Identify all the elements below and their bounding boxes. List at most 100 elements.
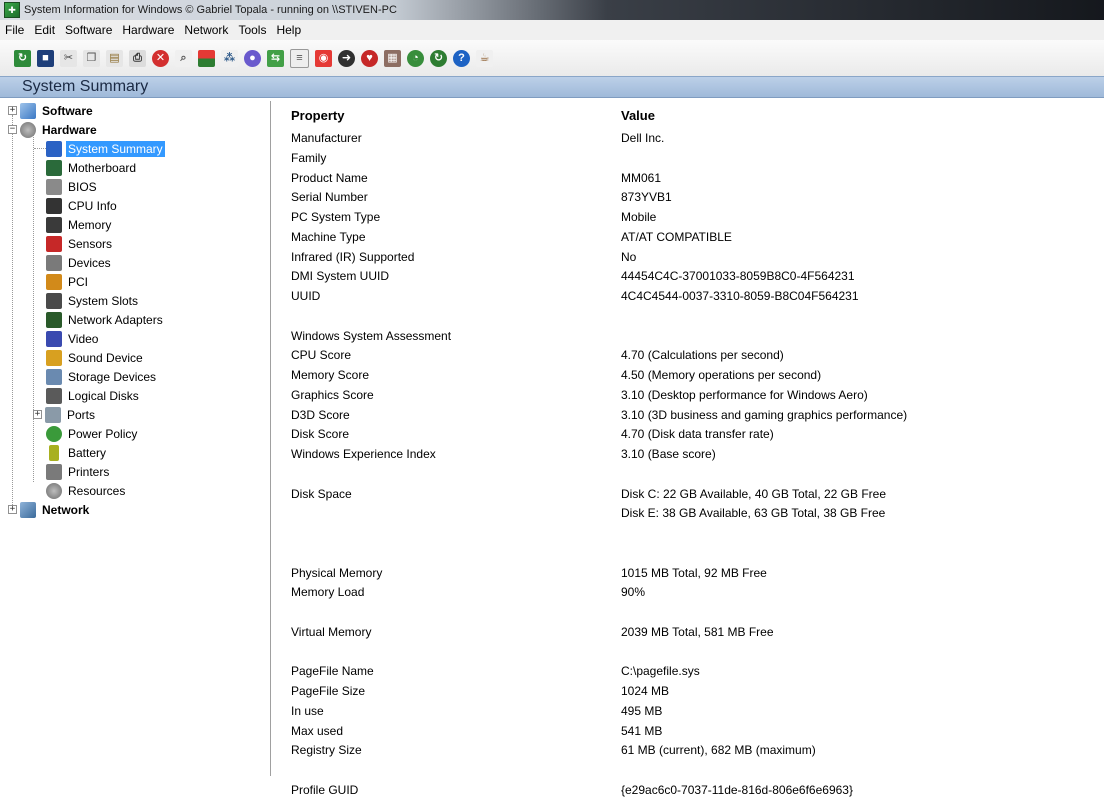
table-row[interactable]: DMI System UUID 44454C4C-37001033-8059B8C… [288,267,1104,286]
tree-item-printers[interactable]: Printers [46,462,111,481]
menu-file[interactable]: File [0,23,29,37]
tree-item-cpu-info[interactable]: CPU Info [46,196,119,215]
tree-item-sensors[interactable]: Sensors [46,234,114,253]
plugin-icon[interactable]: ● [244,49,261,67]
table-row[interactable]: Disk E: 38 GB Available, 63 GB Total, 38… [288,504,1104,523]
menu-tools[interactable]: Tools [233,23,271,37]
tree-item-logical-disks[interactable]: Logical Disks [46,386,141,405]
property-name: Machine Type [291,229,366,244]
title-bar[interactable]: ✚ System Information for Windows © Gabri… [0,0,1104,20]
table-row[interactable]: Disk Space Disk C: 22 GB Available, 40 GB… [288,485,1104,504]
print-icon[interactable]: ⎙ [129,49,146,67]
tree-item-system-slots[interactable]: System Slots [46,291,140,310]
tree-item-battery[interactable]: Battery [46,443,108,462]
shield-icon[interactable]: ♥ [361,49,378,67]
column-header-value[interactable]: Value [621,101,655,129]
update-icon[interactable]: ↻ [430,49,447,67]
table-row[interactable]: Windows Experience Index 3.10 (Base score… [288,445,1104,464]
table-row[interactable] [288,643,1104,662]
table-row[interactable]: Virtual Memory 2039 MB Total, 581 MB Free [288,623,1104,642]
navigate-icon[interactable]: ➜ [338,49,355,67]
tools-icon[interactable]: ▦ [384,49,401,67]
document-icon[interactable]: ≡ [290,48,309,68]
stats-icon[interactable]: ◔ [407,49,424,67]
menu-help[interactable]: Help [271,23,306,37]
table-row[interactable]: Profile GUID {e29ac6c0-7037-11de-816d-806… [288,781,1104,800]
table-row[interactable]: Memory Score 4.50 (Memory operations per … [288,366,1104,385]
menu-software[interactable]: Software [60,23,117,37]
table-row[interactable]: Disk Score 4.70 (Disk data transfer rate) [288,425,1104,444]
record-icon[interactable]: ◉ [315,49,332,67]
tree-item-motherboard[interactable]: Motherboard [46,158,138,177]
tree-item-memory[interactable]: Memory [46,215,113,234]
search-icon[interactable]: ⌕ [175,49,192,67]
column-header-property[interactable]: Property [291,101,344,129]
tree-item-network[interactable]: + Network [8,500,91,519]
table-row[interactable]: Serial Number 873YVB1 [288,188,1104,207]
table-row[interactable]: In use 495 MB [288,702,1104,721]
table-row[interactable]: Memory Load 90% [288,583,1104,602]
tree-item-devices[interactable]: Devices [46,253,113,272]
table-row[interactable]: Physical Memory 1015 MB Total, 92 MB Free [288,564,1104,583]
table-row[interactable]: CPU Score 4.70 (Calculations per second) [288,346,1104,365]
stop-icon[interactable]: ✕ [152,49,169,67]
table-row[interactable]: PageFile Size 1024 MB [288,682,1104,701]
expand-icon[interactable]: + [8,106,17,115]
table-row[interactable]: Max used 541 MB [288,722,1104,741]
tree-label: System Summary [66,140,165,157]
table-row[interactable] [288,307,1104,326]
table-row[interactable]: Graphics Score 3.10 (Desktop performance … [288,386,1104,405]
table-row[interactable] [288,761,1104,780]
table-row[interactable]: PageFile Name C:\pagefile.sys [288,662,1104,681]
tree-item-video[interactable]: Video [46,329,100,348]
copy-icon[interactable]: ❐ [83,49,100,67]
expand-icon[interactable]: + [8,505,17,514]
printer-icon [46,463,62,480]
table-row[interactable]: Machine Type AT/AT COMPATIBLE [288,228,1104,247]
tree-label: Hardware [42,122,97,137]
table-row[interactable]: Family [288,149,1104,168]
help-icon[interactable]: ? [453,49,470,67]
tree-item-bios[interactable]: BIOS [46,177,99,196]
table-row[interactable] [288,544,1104,563]
tree-label: Video [68,331,99,346]
table-row[interactable]: Infrared (IR) Supported No [288,248,1104,267]
tree-item-storage-devices[interactable]: Storage Devices [46,367,158,386]
table-row[interactable]: Manufacturer Dell Inc. [288,129,1104,148]
property-value: 3.10 (3D business and gaming graphics pe… [621,407,908,422]
table-row[interactable]: Windows System Assessment [288,327,1104,346]
expand-icon[interactable]: + [33,410,42,419]
tree-item-software[interactable]: + Software [8,101,95,120]
table-row[interactable] [288,465,1104,484]
table-row[interactable]: Registry Size 61 MB (current), 682 MB (ma… [288,741,1104,760]
tree-item-hardware[interactable]: − Hardware [8,120,99,139]
chart-icon[interactable]: ⁂ [221,49,238,67]
battery-icon [49,444,59,461]
menu-edit[interactable]: Edit [29,23,60,37]
menu-network[interactable]: Network [179,23,233,37]
tree-item-system-summary[interactable]: System Summary [46,139,165,158]
refresh-icon[interactable]: ↻ [14,49,31,67]
tree-item-ports[interactable]: + Ports [33,405,97,424]
property-value: 90% [621,585,646,600]
monitor-icon [46,140,62,157]
coffee-icon[interactable]: ☕ [476,49,493,67]
table-row[interactable] [288,524,1104,543]
tree-item-network-adapters[interactable]: Network Adapters [46,310,165,329]
table-row[interactable]: D3D Score 3.10 (3D business and gaming gr… [288,406,1104,425]
tree-item-power-policy[interactable]: Power Policy [46,424,139,443]
table-row[interactable]: UUID 4C4C4544-0037-3310-8059-B8C04F564231 [288,287,1104,306]
sync-icon[interactable]: ⇆ [267,49,284,67]
save-icon[interactable]: ■ [37,49,54,67]
tree-item-resources[interactable]: Resources [46,481,127,500]
menu-hardware[interactable]: Hardware [117,23,179,37]
table-row[interactable]: PC System Type Mobile [288,208,1104,227]
cut-icon[interactable]: ✂ [60,49,77,67]
table-row[interactable] [288,603,1104,622]
table-row[interactable]: Product Name MM061 [288,169,1104,188]
tree-item-sound-device[interactable]: Sound Device [46,348,145,367]
paste-icon[interactable]: ▤ [106,49,123,67]
tree-item-pci[interactable]: PCI [46,272,90,291]
collapse-icon[interactable]: − [8,125,17,134]
color-icon[interactable] [198,49,215,67]
